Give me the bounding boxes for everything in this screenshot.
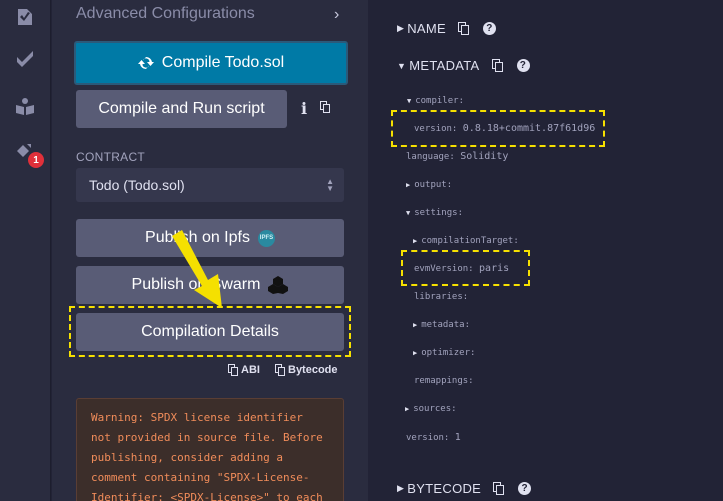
bytecode-copy-button[interactable]: Bytecode [275,364,338,376]
help-icon[interactable]: ? [518,482,532,495]
metadata-section-label: METADATA [409,58,480,73]
swarm-logo-icon [268,276,289,294]
refresh-icon [137,56,154,70]
run-script-label: Compile and Run script [98,100,265,117]
caret-right-icon: ▶ [397,483,405,493]
select-arrows-icon: ▲ ▼ [326,177,334,193]
advanced-config-label[interactable]: Advanced Configurations [76,5,255,23]
tree-node-remappings: remappings: [414,376,474,386]
contract-select[interactable]: Todo (Todo.sol) ▲ ▼ [76,168,344,202]
tree-node-output[interactable]: ▶ output: [406,180,452,190]
caret-down-icon: ▼ [397,60,407,71]
copy-icon [275,364,285,376]
tree-node-settings[interactable]: ▼ settings: [406,208,463,218]
help-icon[interactable]: ? [516,59,530,72]
tree-node-meta-version: version: 1 [406,432,461,443]
caret-right-icon: ▶ [405,405,410,413]
highlight-box [69,306,351,357]
caret-down-icon: ▼ [406,209,411,217]
tree-node-metadata[interactable]: ▶ metadata: [413,320,470,330]
metadata-section[interactable]: ▼ METADATA ? [397,58,530,73]
caret-right-icon: ▶ [406,181,411,189]
tree-node-language: language: Solidity [406,151,509,162]
file-explorer-icon[interactable] [12,4,38,30]
compile-button[interactable]: Compile Todo.sol [74,41,348,85]
compile-button-label: Compile Todo.sol [161,54,285,71]
copy-icon[interactable] [458,22,469,35]
spdx-warning: Warning: SPDX license identifier not pro… [76,398,344,501]
tree-node-evm-version: evmVersion: paris [414,263,510,274]
tree-node-sources[interactable]: ▶ sources: [405,404,457,414]
bytecode-label: Bytecode [288,364,338,376]
help-icon[interactable]: ? [483,22,496,35]
icon-rail: 1 [0,0,51,501]
solidity-compiler-icon[interactable] [12,46,38,72]
info-icon[interactable]: i [301,99,307,118]
name-section-label: NAME [407,21,446,36]
tree-node-compilation-target[interactable]: ▶ compilationTarget: [413,236,519,246]
caret-down-icon: ▼ [407,97,412,105]
copy-icon[interactable] [491,59,503,72]
caret-right-icon: ▶ [397,23,405,33]
tree-node-libraries: libraries: [414,292,469,302]
copy-icon[interactable] [493,482,505,495]
caret-right-icon: ▶ [413,321,418,329]
copy-icon[interactable] [320,101,330,113]
abi-copy-button[interactable]: ABI [228,364,260,376]
chevron-right-icon[interactable]: › [334,6,339,24]
bytecode-section[interactable]: ▶ BYTECODE ? [397,481,532,496]
abi-label: ABI [241,364,260,376]
annotation-arrow-icon [172,230,222,308]
tree-node-optimizer[interactable]: ▶ optimizer: [413,348,475,358]
caret-right-icon: ▶ [413,349,418,357]
copy-icon [228,364,238,376]
contract-label: CONTRACT [76,150,146,164]
compile-run-script-button[interactable]: Compile and Run script [76,90,287,128]
name-section[interactable]: ▶ NAME ? [397,21,496,36]
notification-badge: 1 [28,152,44,168]
bytecode-section-label: BYTECODE [407,481,482,496]
caret-right-icon: ▶ [413,237,418,245]
compiler-panel: Advanced Configurations › Compile Todo.s… [52,0,368,501]
deploy-run-icon[interactable] [12,93,38,119]
ipfs-logo-icon: IPFS [257,229,275,247]
compilation-details-panel: ▶ NAME ? ▼ METADATA ? ▼ compiler: version… [369,0,723,501]
tree-node-version: version: 0.8.18+commit.87f61d96 [414,123,596,134]
contract-select-value: Todo (Todo.sol) [89,177,185,193]
tree-node-compiler[interactable]: ▼ compiler: [407,96,464,106]
